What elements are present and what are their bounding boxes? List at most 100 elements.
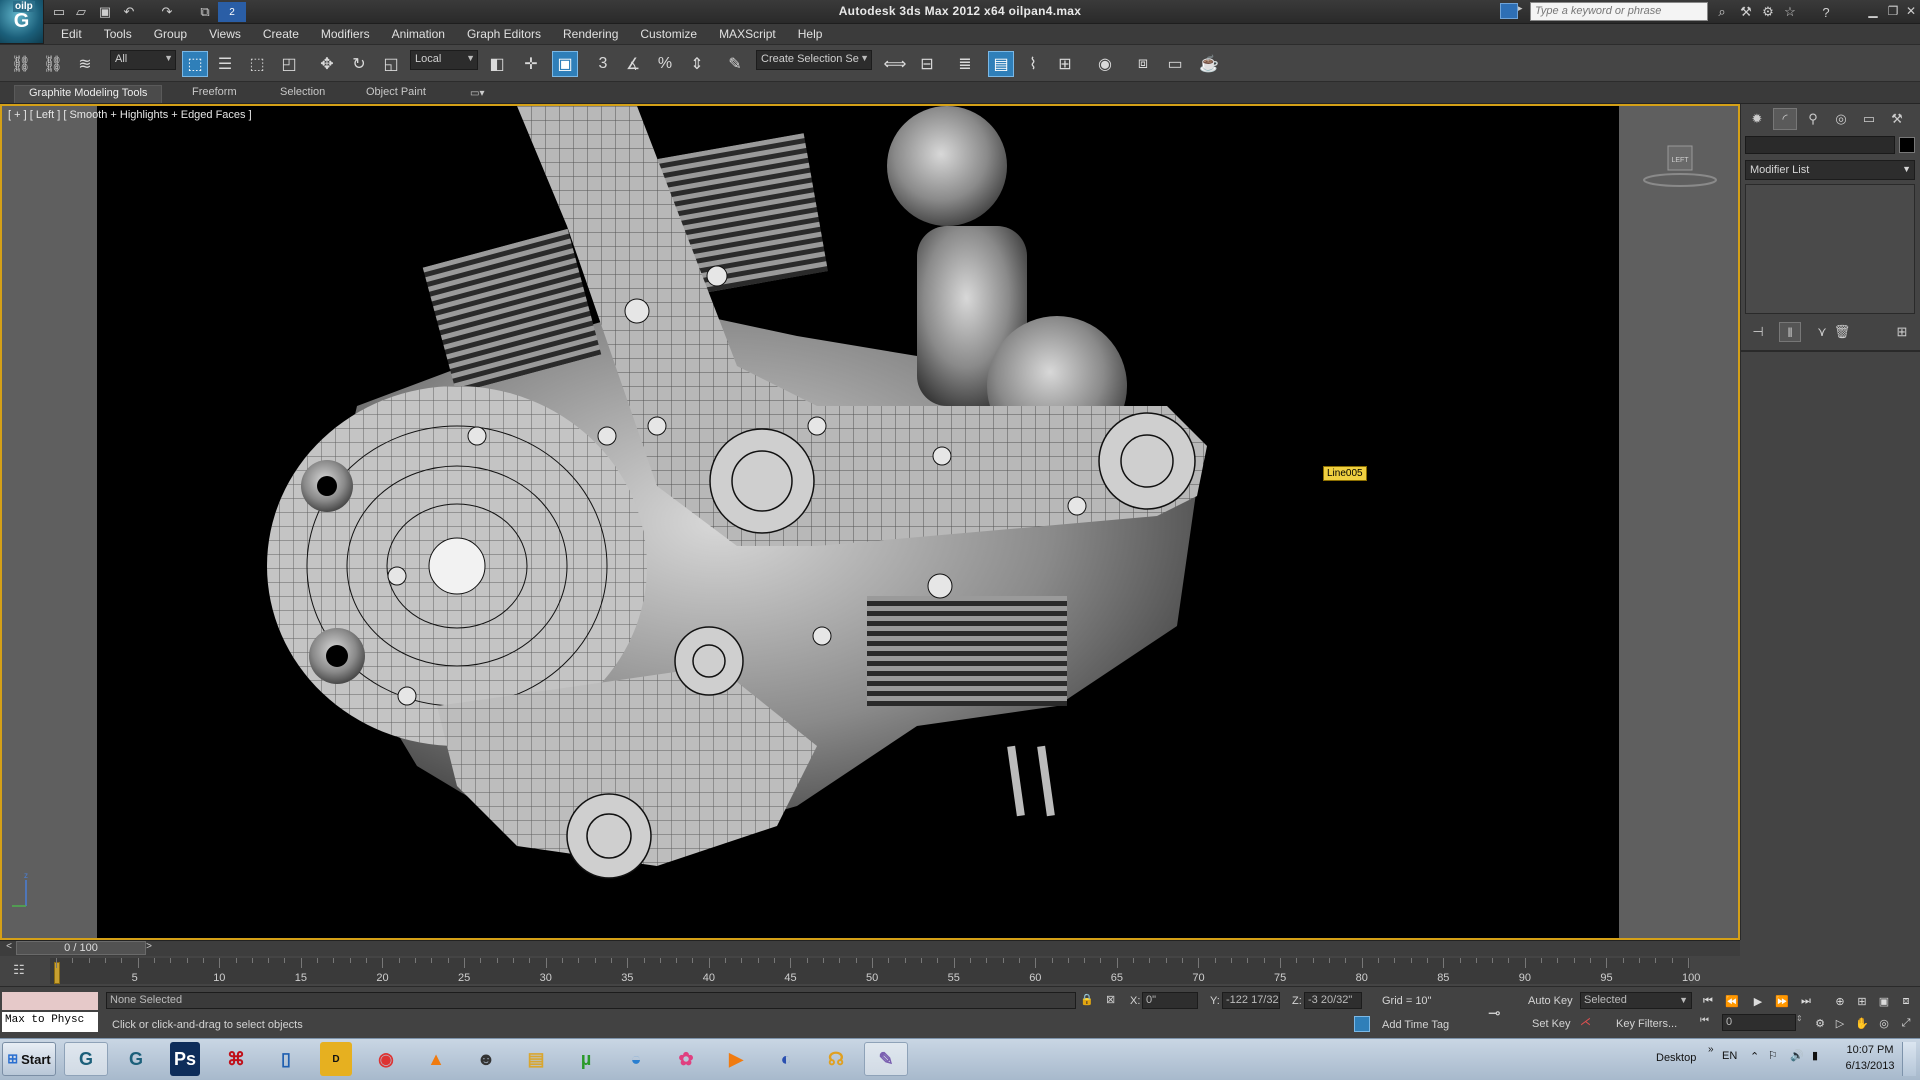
absolute-mode-icon[interactable]: ⊠ bbox=[1106, 993, 1122, 1009]
spinner-snap-icon[interactable]: ⇕ bbox=[684, 51, 710, 77]
field-of-view-icon[interactable]: ▷ bbox=[1830, 1015, 1850, 1032]
rendered-frame-window-icon[interactable]: ▭ bbox=[1162, 51, 1188, 77]
taskbar-utorrent-icon[interactable]: µ bbox=[564, 1042, 608, 1076]
infocenter-arrow-icon[interactable]: ▸ bbox=[1518, 3, 1528, 19]
menu-help[interactable]: Help bbox=[787, 27, 834, 41]
restore-icon[interactable]: ❐ bbox=[1884, 2, 1902, 20]
taskbar-3dsmax-2-icon[interactable]: G bbox=[114, 1042, 158, 1076]
reference-coordinate-dropdown[interactable]: Local ▼ bbox=[410, 50, 478, 70]
pin-stack-icon[interactable]: ⊣ bbox=[1747, 322, 1769, 342]
auto-key-button[interactable]: Auto Key bbox=[1528, 995, 1573, 1007]
configure-modifier-sets-icon[interactable]: ⊞ bbox=[1891, 322, 1913, 342]
taskbar-photoshop-icon[interactable]: Ps bbox=[170, 1042, 200, 1076]
select-by-name-icon[interactable]: ☰ bbox=[212, 51, 238, 77]
undo-icon[interactable]: ↶ bbox=[118, 2, 140, 22]
select-and-link-icon[interactable]: ⛓ bbox=[8, 51, 34, 77]
maxscript-listener-input[interactable]: Max to Physc bbox=[2, 1012, 98, 1032]
select-and-scale-icon[interactable]: ◱ bbox=[378, 51, 404, 77]
time-tag-icon[interactable] bbox=[1354, 1016, 1370, 1032]
taskbar-paint-icon[interactable]: ✎ bbox=[864, 1042, 908, 1076]
layer-manager-icon[interactable]: ≣ bbox=[952, 51, 978, 77]
workspace-selector-icon[interactable]: 2 bbox=[218, 2, 246, 22]
select-and-rotate-icon[interactable]: ↻ bbox=[346, 51, 372, 77]
pivot-center-icon[interactable]: ◧ bbox=[484, 51, 510, 77]
keyboard-shortcut-override-icon[interactable]: ▣ bbox=[552, 51, 578, 77]
zoom-extents-all-icon[interactable]: ⧈ bbox=[1896, 993, 1916, 1010]
hierarchy-panel-icon[interactable]: ⚲ bbox=[1801, 108, 1825, 130]
previous-frame-icon[interactable]: ⏪ bbox=[1722, 993, 1742, 1010]
prev-frame-arrow-icon[interactable]: < bbox=[2, 941, 16, 955]
taskbar-headphones-icon[interactable]: ☊ bbox=[814, 1042, 858, 1076]
taskbar-acrobat-icon[interactable]: ⌘ bbox=[214, 1042, 258, 1076]
minimize-icon[interactable]: ▁ bbox=[1864, 2, 1882, 20]
motion-panel-icon[interactable]: ◎ bbox=[1829, 108, 1853, 130]
open-file-icon[interactable]: ▱ bbox=[70, 2, 92, 22]
pan-view-icon[interactable]: ✋ bbox=[1852, 1015, 1872, 1032]
render-setup-icon[interactable]: ⧈ bbox=[1130, 51, 1156, 77]
menu-animation[interactable]: Animation bbox=[381, 27, 456, 41]
graphite-ribbon-toggle-icon[interactable]: ▤ bbox=[988, 51, 1014, 77]
menu-modifiers[interactable]: Modifiers bbox=[310, 27, 381, 41]
redo-icon[interactable]: ↷ bbox=[156, 2, 178, 22]
viewport-label[interactable]: [ + ] [ Left ] [ Smooth + Highlights + E… bbox=[8, 109, 252, 121]
viewcube[interactable]: LEFT bbox=[1640, 140, 1720, 190]
tray-expand-icon[interactable]: ⌃ bbox=[1750, 1050, 1759, 1063]
select-and-move-icon[interactable]: ✥ bbox=[314, 51, 340, 77]
orbit-icon[interactable]: ◎ bbox=[1874, 1015, 1894, 1032]
subscription-center-icon[interactable]: ⚒ bbox=[1736, 3, 1756, 21]
add-time-tag-button[interactable]: Add Time Tag bbox=[1382, 1019, 1449, 1031]
network-icon[interactable]: ▮ bbox=[1812, 1049, 1818, 1062]
key-mode-toggle-icon[interactable]: ⏮ bbox=[1700, 1015, 1714, 1031]
utilities-panel-icon[interactable]: ⚒ bbox=[1885, 108, 1909, 130]
modifier-list-dropdown[interactable]: Modifier List ▼ bbox=[1745, 160, 1915, 180]
show-end-result-icon[interactable]: ‖ bbox=[1779, 322, 1801, 342]
bind-to-space-warp-icon[interactable]: ≋ bbox=[72, 51, 98, 77]
taskbar-picasa-icon[interactable]: ✿ bbox=[664, 1042, 708, 1076]
go-to-start-icon[interactable]: ⏮ bbox=[1698, 993, 1718, 1010]
menu-views[interactable]: Views bbox=[198, 27, 252, 41]
toolbar-expand-icon[interactable]: » bbox=[1708, 1044, 1714, 1055]
edit-named-selection-icon[interactable]: ✎ bbox=[722, 51, 748, 77]
window-crossing-icon[interactable]: ◰ bbox=[276, 51, 302, 77]
taskbar-3dsmax-icon[interactable]: G bbox=[64, 1042, 108, 1076]
project-folder-icon[interactable]: ⧉ bbox=[194, 2, 216, 22]
binoculars-icon[interactable]: ⌕ bbox=[1712, 3, 1732, 21]
play-icon[interactable]: ▶ bbox=[1748, 993, 1768, 1010]
clock-time[interactable]: 10:07 PM bbox=[1842, 1044, 1898, 1056]
menu-rendering[interactable]: Rendering bbox=[552, 27, 629, 41]
zoom-all-icon[interactable]: ⊞ bbox=[1852, 993, 1872, 1010]
zoom-icon[interactable]: ⊕ bbox=[1830, 993, 1850, 1010]
set-key-mode-icon[interactable]: ⊸ bbox=[1488, 1004, 1514, 1022]
menu-graph-editors[interactable]: Graph Editors bbox=[456, 27, 552, 41]
menu-create[interactable]: Create bbox=[252, 27, 310, 41]
language-indicator[interactable]: EN bbox=[1722, 1050, 1737, 1062]
selection-lock-icon[interactable]: 🔒 bbox=[1080, 993, 1096, 1009]
default-in-out-tangent-icon[interactable]: ⋌ bbox=[1580, 1015, 1596, 1031]
mirror-icon[interactable]: ⟺ bbox=[882, 51, 908, 77]
infocenter-icon[interactable] bbox=[1500, 3, 1518, 19]
object-name-field[interactable] bbox=[1745, 136, 1895, 154]
clock-date[interactable]: 6/13/2013 bbox=[1842, 1060, 1898, 1072]
taskbar-globe-icon[interactable]: ◐ bbox=[764, 1042, 808, 1076]
taskbar-alien-icon[interactable]: ☻ bbox=[464, 1042, 508, 1076]
new-file-icon[interactable]: ▭ bbox=[48, 2, 70, 22]
material-editor-icon[interactable]: ◉ bbox=[1092, 51, 1118, 77]
curve-editor-icon[interactable]: ⌇ bbox=[1020, 51, 1046, 77]
percent-snap-icon[interactable]: % bbox=[652, 51, 678, 77]
menu-customize[interactable]: Customize bbox=[629, 27, 708, 41]
schematic-view-icon[interactable]: ⊞ bbox=[1052, 51, 1078, 77]
maximize-viewport-icon[interactable]: ⤢ bbox=[1896, 1015, 1916, 1032]
y-coordinate-field[interactable]: -122 17/32 bbox=[1222, 992, 1280, 1009]
save-file-icon[interactable]: ▣ bbox=[94, 2, 116, 22]
go-to-end-icon[interactable]: ⏭ bbox=[1796, 993, 1816, 1010]
maxscript-listener-output[interactable] bbox=[2, 992, 98, 1010]
set-key-button[interactable]: Set Key bbox=[1532, 1018, 1571, 1030]
rectangular-selection-icon[interactable]: ⬚ bbox=[244, 51, 270, 77]
select-manipulate-icon[interactable]: ✛ bbox=[518, 51, 544, 77]
tab-freeform[interactable]: Freeform bbox=[178, 85, 251, 103]
key-filters-button[interactable]: Key Filters... bbox=[1616, 1018, 1677, 1030]
key-mode-dropdown[interactable]: Selected ▼ bbox=[1580, 992, 1692, 1009]
next-frame-arrow-icon[interactable]: > bbox=[142, 941, 156, 955]
start-button[interactable]: ⊞ Start bbox=[2, 1042, 56, 1076]
modify-panel-icon[interactable]: ◜ bbox=[1773, 108, 1797, 130]
